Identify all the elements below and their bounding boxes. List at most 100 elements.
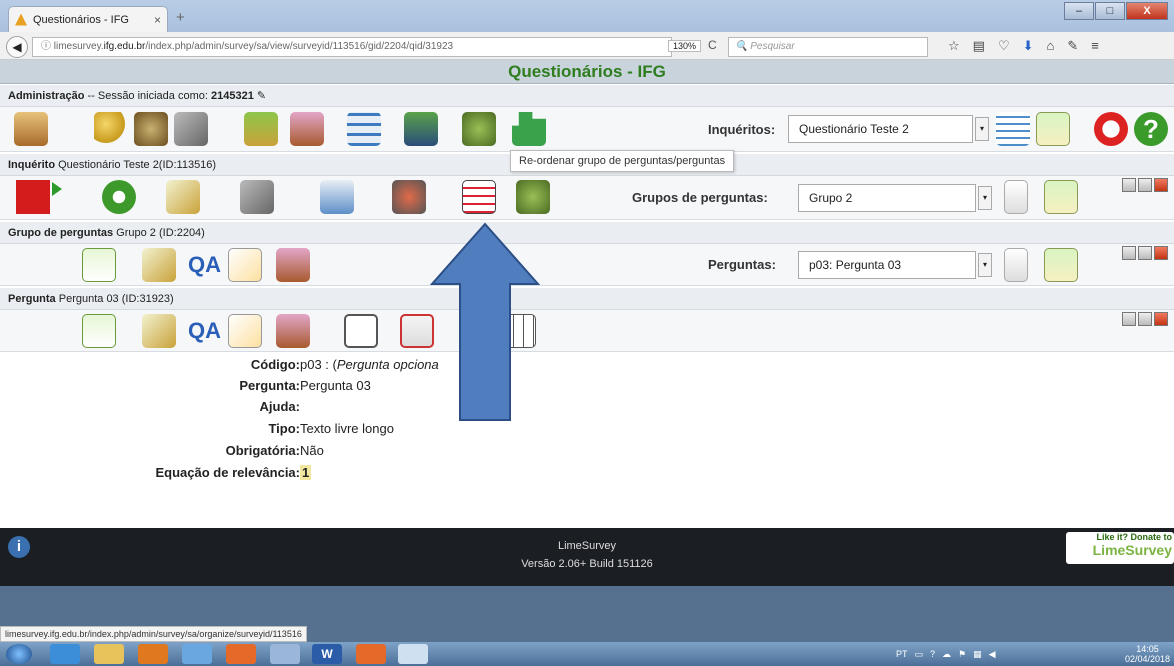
cloud-icon[interactable]: ☁: [942, 649, 951, 660]
panel-minimize-icon[interactable]: [1122, 312, 1136, 326]
key-icon[interactable]: [94, 112, 128, 146]
question-settings-icon[interactable]: [82, 314, 116, 348]
survey-edit-icon[interactable]: [166, 180, 200, 214]
add-group-icon[interactable]: [1044, 180, 1078, 214]
survey-select-dropdown-icon[interactable]: ▾: [975, 117, 989, 141]
language-indicator[interactable]: PT: [896, 649, 908, 659]
group-select-dropdown-icon[interactable]: ▾: [978, 186, 992, 210]
inqueritos-label: Inquéritos:: [708, 122, 776, 137]
panel-minimize-icon[interactable]: [1122, 246, 1136, 260]
new-tab-button[interactable]: +: [176, 9, 185, 26]
stop-survey-icon[interactable]: [16, 180, 50, 214]
sql-icon[interactable]: [290, 112, 324, 146]
back-button[interactable]: ◀: [6, 36, 28, 58]
flag-icon[interactable]: ⚑: [958, 649, 966, 660]
quality-assurance-icon[interactable]: QA: [188, 248, 222, 282]
zoom-indicator[interactable]: 130%: [668, 40, 702, 52]
grid-icon[interactable]: [347, 112, 381, 146]
app-icon[interactable]: [182, 644, 212, 664]
panel-maximize-icon[interactable]: [1138, 178, 1152, 192]
home-icon[interactable]: [14, 112, 48, 146]
reorder-questions-icon[interactable]: [462, 180, 496, 214]
app2-icon[interactable]: [270, 644, 300, 664]
tooltip: Re-ordenar grupo de perguntas/perguntas: [510, 150, 735, 172]
minimize-button[interactable]: –: [1064, 2, 1094, 20]
prev-next-question-icon[interactable]: [1004, 248, 1028, 282]
delete-question-icon[interactable]: [228, 314, 262, 348]
question-select-dropdown-icon[interactable]: ▾: [978, 253, 992, 277]
plugins-puzzle-icon[interactable]: [512, 112, 546, 146]
powerpoint-icon[interactable]: [356, 644, 386, 664]
extension-icon[interactable]: ✎: [1067, 38, 1078, 54]
survey-list-icon[interactable]: [996, 112, 1030, 146]
question-edit-icon[interactable]: [142, 314, 176, 348]
download-icon[interactable]: ⬇: [1023, 38, 1034, 54]
copy-question-icon[interactable]: [344, 314, 378, 348]
menu-icon[interactable]: ≡: [1091, 38, 1099, 54]
conditions-icon[interactable]: [400, 314, 434, 348]
snipping-tool-icon[interactable]: [398, 644, 428, 664]
responses-icon[interactable]: [392, 180, 426, 214]
keyboard-icon[interactable]: ▭: [915, 649, 924, 660]
new-survey-icon[interactable]: [1036, 112, 1070, 146]
network-icon[interactable]: ▦: [973, 649, 982, 660]
participants-icon[interactable]: [462, 112, 496, 146]
reload-icon[interactable]: C: [708, 38, 717, 52]
delete-group-icon[interactable]: [228, 248, 262, 282]
tools-icon[interactable]: [240, 180, 274, 214]
firefox-icon[interactable]: [226, 644, 256, 664]
panel-maximize-icon[interactable]: [1138, 312, 1152, 326]
panel-close-icon[interactable]: [1154, 312, 1168, 326]
word-icon[interactable]: W: [312, 644, 342, 664]
templates-icon[interactable]: [404, 112, 438, 146]
ie-icon[interactable]: [50, 644, 80, 664]
question-qa-icon[interactable]: QA: [188, 314, 222, 348]
window-close-button[interactable]: X: [1126, 2, 1168, 20]
group-panel-controls: [1122, 246, 1168, 260]
explorer-icon[interactable]: [94, 644, 124, 664]
maximize-button[interactable]: □: [1095, 2, 1125, 20]
settings-gear-icon[interactable]: [102, 180, 136, 214]
database-check-icon[interactable]: [244, 112, 278, 146]
footer-product: LimeSurvey: [557, 540, 617, 552]
edit-pencil-icon[interactable]: ✎: [257, 90, 266, 102]
reading-list-icon[interactable]: ▤: [973, 38, 985, 54]
volume-icon[interactable]: ◀: [989, 649, 996, 660]
panel-controls: [1122, 178, 1168, 192]
export-icon[interactable]: [320, 180, 354, 214]
media-icon[interactable]: [138, 644, 168, 664]
survey-participants-icon[interactable]: [516, 180, 550, 214]
activate-play-icon[interactable]: [52, 182, 62, 196]
panel-close-icon[interactable]: [1154, 246, 1168, 260]
survey-select[interactable]: Questionário Teste 2: [788, 115, 973, 143]
detail-codigo: Código: p03 : (Pergunta opciona: [250, 357, 439, 372]
question-select[interactable]: p03: Pergunta 03: [798, 251, 976, 279]
panel-close-icon[interactable]: [1154, 178, 1168, 192]
logout-power-icon[interactable]: [1094, 112, 1128, 146]
search-input[interactable]: 🔍 Pesquisar: [728, 37, 928, 57]
add-question-icon[interactable]: [1044, 248, 1078, 282]
footer: i LimeSurvey Versão 2.06+ Build 151126 L…: [0, 528, 1174, 586]
pocket-icon[interactable]: ♡: [998, 38, 1010, 54]
tab-close-icon[interactable]: ×: [154, 13, 161, 27]
home-icon[interactable]: ⌂: [1047, 38, 1055, 54]
clock[interactable]: 14:05 02/04/2018: [1125, 644, 1174, 664]
help-tray-icon[interactable]: ?: [930, 649, 935, 659]
help-icon[interactable]: ?: [1134, 112, 1168, 146]
question-group-select[interactable]: Grupo 2: [798, 184, 976, 212]
group-settings-icon[interactable]: [82, 248, 116, 282]
tools-icon[interactable]: [174, 112, 208, 146]
export-group-icon[interactable]: [276, 248, 310, 282]
browser-tab[interactable]: Questionários - IFG ×: [8, 6, 168, 32]
start-button-icon[interactable]: [6, 644, 32, 664]
export-question-icon[interactable]: [276, 314, 310, 348]
bookmark-star-icon[interactable]: ☆: [948, 38, 960, 54]
prev-next-group-icon[interactable]: [1004, 180, 1028, 214]
browser-toolbar-icons: ☆ ▤ ♡ ⬇ ⌂ ✎ ≡: [948, 38, 1099, 54]
group-edit-icon[interactable]: [142, 248, 176, 282]
panel-minimize-icon[interactable]: [1122, 178, 1136, 192]
address-bar[interactable]: ⓘ limesurvey.ifg.edu.br/index.php/admin/…: [32, 37, 672, 57]
users-icon[interactable]: [134, 112, 168, 146]
donate-button[interactable]: Like it? Donate to LimeSurvey: [1066, 532, 1174, 564]
panel-maximize-icon[interactable]: [1138, 246, 1152, 260]
